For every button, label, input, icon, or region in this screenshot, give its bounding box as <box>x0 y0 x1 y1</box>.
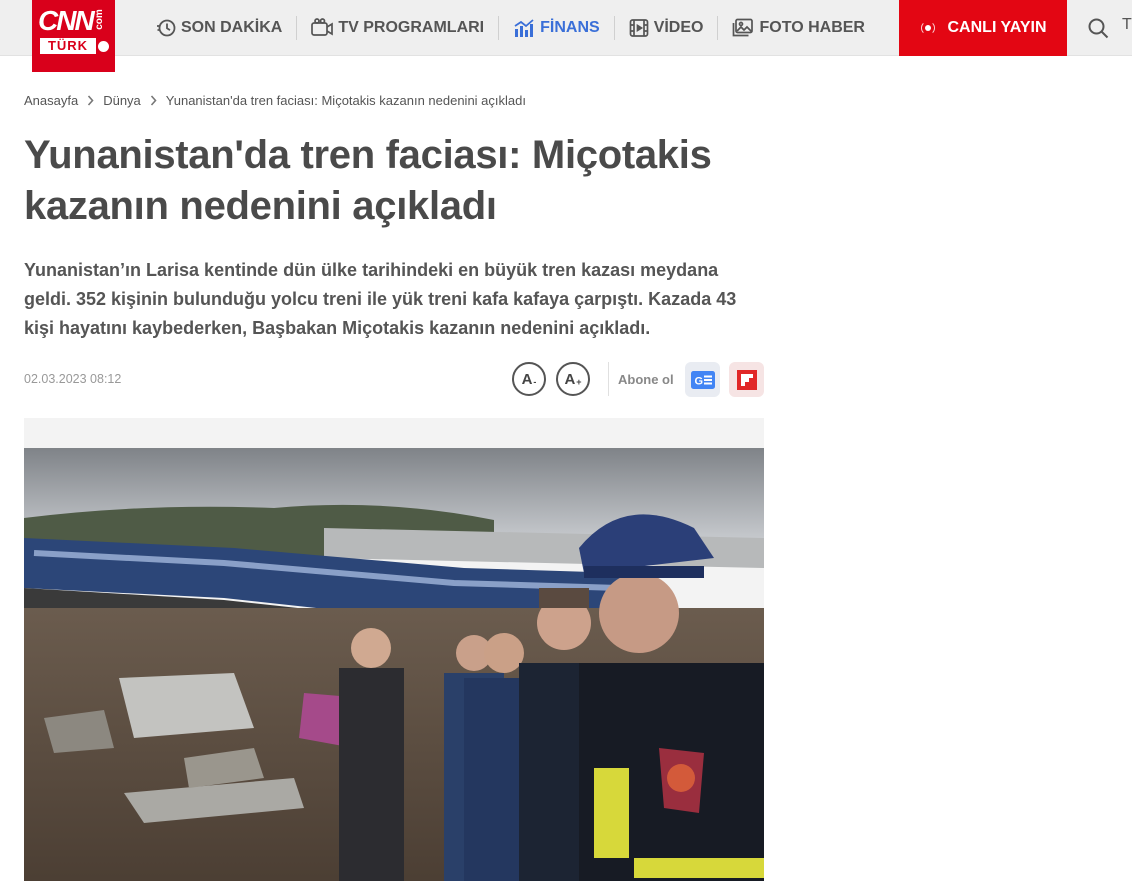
article-image-container <box>24 418 764 881</box>
live-broadcast-button[interactable]: CANLI YAYIN <box>899 0 1067 56</box>
divider <box>608 362 609 396</box>
font-increase-label: A <box>564 370 576 388</box>
breadcrumb-home[interactable]: Anasayfa <box>24 93 78 108</box>
nav-label: FOTO HABER <box>759 19 865 36</box>
nav-item-tv-programlari[interactable]: TV PROGRAMLARI <box>297 16 500 40</box>
google-news-button[interactable]: G <box>685 362 720 397</box>
photo-gallery-icon <box>733 18 754 37</box>
logo-text: CNN <box>38 5 95 36</box>
breadcrumb: Anasayfa Dünya Yunanistan'da tren facias… <box>24 93 526 108</box>
flipboard-button[interactable] <box>729 362 764 397</box>
article-title: Yunanistan'da tren faciası: Miçotakis ka… <box>24 133 712 228</box>
font-increase-sign: + <box>576 377 582 387</box>
finance-chart-icon <box>514 19 534 37</box>
svg-text:G: G <box>694 375 703 387</box>
nav-label: VİDEO <box>653 19 704 36</box>
chevron-right-icon <box>150 95 157 106</box>
top-navigation-bar: CNN com TÜRK SON DAKİKA TV PROGRAMLARI F… <box>0 0 1132 72</box>
search-button[interactable] <box>1082 12 1114 44</box>
video-icon <box>629 19 649 37</box>
live-icon <box>920 20 936 36</box>
logo-sub: TÜRK <box>40 38 96 54</box>
nav-item-son-dakika[interactable]: SON DAKİKA <box>142 16 298 40</box>
breadcrumb-current: Yunanistan'da tren faciası: Miçotakis ka… <box>165 93 526 108</box>
font-decrease-sign: - <box>533 377 537 387</box>
nav-item-finans[interactable]: FİNANS <box>499 16 615 40</box>
publish-date: 02.03.2023 08:12 <box>24 372 122 386</box>
breadcrumb-dunya[interactable]: Dünya <box>103 93 141 108</box>
live-label: CANLI YAYIN <box>947 19 1047 36</box>
nav-item-video[interactable]: VİDEO <box>615 16 719 40</box>
article-photo[interactable] <box>24 448 764 881</box>
nav-label: TV PROGRAMLARI <box>338 19 485 36</box>
logo-com: com <box>94 9 106 30</box>
nav-label: FİNANS <box>540 19 600 36</box>
logo-dot <box>98 41 109 52</box>
font-decrease-button[interactable]: A- <box>512 362 546 396</box>
font-increase-button[interactable]: A + <box>556 362 590 396</box>
tv-icon <box>311 18 334 36</box>
clipped-menu-glyph[interactable]: T <box>1122 16 1132 34</box>
main-menu: SON DAKİKA TV PROGRAMLARI FİNANS VİDEO F… <box>142 0 879 56</box>
nav-item-foto-haber[interactable]: FOTO HABER <box>718 16 878 40</box>
font-decrease-label: A <box>521 370 533 388</box>
search-icon <box>1088 18 1109 39</box>
nav-label: SON DAKİKA <box>181 19 283 36</box>
article-lead: Yunanistan’ın Larisa kentinde dün ülke t… <box>24 260 737 338</box>
subscribe-label: Abone ol <box>618 372 674 387</box>
chevron-right-icon <box>87 95 94 106</box>
flipboard-icon <box>736 369 757 390</box>
cnn-turk-logo[interactable]: CNN com TÜRK <box>32 0 115 72</box>
google-news-icon: G <box>690 370 715 389</box>
breaking-news-icon <box>157 19 176 37</box>
